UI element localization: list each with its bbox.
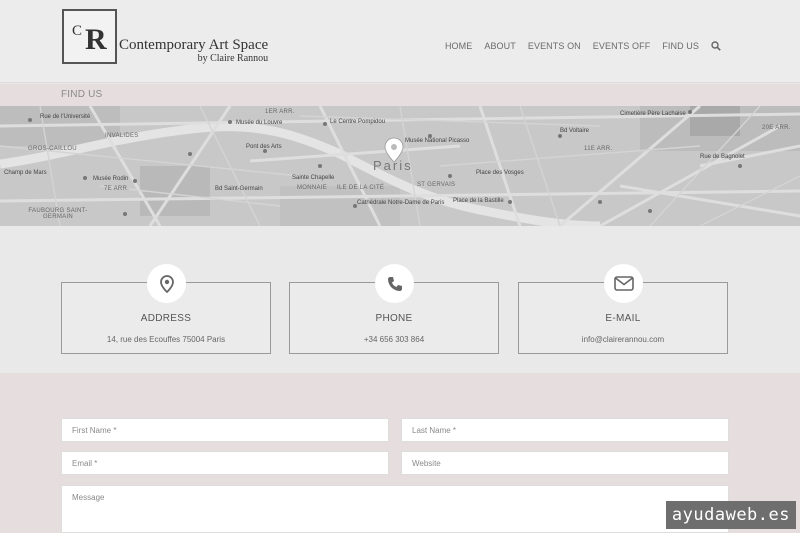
nav-events-on[interactable]: EVENTS ON: [528, 41, 581, 51]
site-logo[interactable]: C R Contemporary Art Space by Claire Ran…: [62, 9, 268, 64]
nav-find-us[interactable]: FIND US: [662, 41, 699, 51]
watermark: ayudaweb.es: [665, 501, 796, 529]
map-label: Place de la Bastille: [453, 198, 504, 204]
logo-text: Contemporary Art Space by Claire Rannou: [119, 37, 268, 64]
map-district: 7E ARR.: [104, 186, 130, 192]
section-title: FIND US: [61, 89, 103, 100]
map-label: Musée National Picasso: [405, 138, 470, 144]
map-label: Musée du Louvre: [236, 120, 283, 126]
map[interactable]: Paris Rue de l'Université Musée du Louvr…: [0, 106, 800, 226]
address-title: ADDRESS: [140, 313, 192, 324]
phone-value: +34 656 303 864: [363, 335, 425, 344]
email-card: E-MAIL info@clairerannou.com: [518, 264, 728, 354]
map-label: Pont des Arts: [246, 144, 282, 150]
email-title: E-MAIL: [605, 313, 641, 324]
email-value[interactable]: info@clairerannou.com: [519, 335, 727, 344]
map-district: GROS-CAILLOU: [28, 146, 77, 152]
address-value: 14, rue des Ecouffes 75004 Paris: [106, 335, 226, 344]
logo-mark: C R: [62, 9, 117, 64]
map-label: Bd Voltaire: [560, 128, 590, 134]
logo-title: Contemporary Art Space: [119, 37, 269, 53]
phone-card: PHONE +34 656 303 864: [289, 264, 499, 354]
map-district: 20E ARR.: [762, 125, 791, 131]
website-input[interactable]: [401, 451, 729, 475]
nav-about[interactable]: ABOUT: [484, 41, 516, 51]
first-name-input[interactable]: [61, 418, 389, 442]
phone-title: PHONE: [375, 313, 413, 324]
envelope-icon: [604, 264, 643, 303]
map-label: Rue de l'Université: [40, 114, 91, 120]
logo-subtitle: by Claire Rannou: [197, 53, 269, 64]
nav-events-off[interactable]: EVENTS OFF: [593, 41, 651, 51]
main-nav: HOME ABOUT EVENTS ON EVENTS OFF FIND US: [433, 41, 721, 51]
last-name-input[interactable]: [401, 418, 729, 442]
map-district: INVALIDES: [105, 133, 139, 139]
address-card: ADDRESS 14, rue des Ecouffes 75004 Paris: [61, 264, 271, 354]
section-band: FIND US: [0, 84, 800, 106]
nav-home[interactable]: HOME: [445, 41, 472, 51]
logo-letter-c: C: [72, 23, 83, 39]
map-district: ILE DE LA CITÉ: [337, 185, 385, 191]
map-label: Musée Rodin: [93, 176, 129, 182]
map-label: Cimetière Père Lachaise: [620, 111, 686, 117]
message-textarea[interactable]: [61, 485, 729, 533]
map-label: Rue de Bagnolet: [700, 154, 745, 160]
map-district: MONNAIE: [297, 185, 328, 191]
location-pin-icon: [147, 264, 186, 303]
map-label: Place des Vosges: [476, 170, 524, 176]
map-district: FAUBOURG SAINT-GERMAIN: [28, 208, 88, 220]
site-header: C R Contemporary Art Space by Claire Ran…: [0, 0, 800, 83]
map-label: Champ de Mars: [4, 170, 47, 176]
contact-cards: ADDRESS 14, rue des Ecouffes 75004 Paris…: [0, 226, 800, 373]
logo-letter-r: R: [85, 23, 107, 56]
map-label: Cathédrale Notre-Dame de Paris: [357, 200, 445, 206]
map-label: Bd Saint-Germain: [215, 186, 263, 192]
map-label: Le Centre Pompidou: [330, 119, 386, 125]
map-label: Sainte Chapelle: [292, 175, 335, 181]
phone-icon: [375, 264, 414, 303]
map-district: 1ER ARR.: [265, 109, 295, 115]
email-input[interactable]: [61, 451, 389, 475]
map-city-label: Paris: [373, 158, 413, 173]
map-district: ST GERVAIS: [417, 182, 456, 188]
map-district: 11E ARR.: [584, 146, 613, 152]
search-icon[interactable]: [711, 41, 721, 51]
